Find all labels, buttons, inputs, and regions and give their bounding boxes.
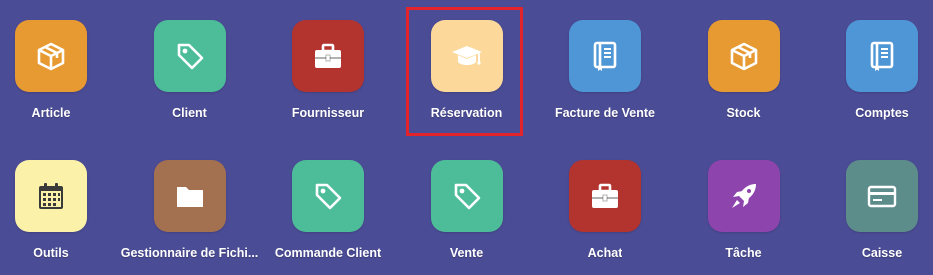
app-label: Achat xyxy=(587,246,623,260)
app-icon-box[interactable] xyxy=(569,160,641,232)
graduation-cap-icon xyxy=(451,40,483,72)
book-icon xyxy=(866,40,898,72)
app-label: Commande Client xyxy=(274,246,382,260)
app-tile-article[interactable]: Article xyxy=(0,20,120,120)
app-label: Réservation xyxy=(430,106,503,120)
app-tile-gestionnaire-de-fichi[interactable]: Gestionnaire de Fichi... xyxy=(121,160,259,260)
app-label: Client xyxy=(172,106,207,120)
app-tile-caisse[interactable]: Caisse xyxy=(813,160,933,260)
tag-icon xyxy=(312,180,344,212)
app-label: Tâche xyxy=(725,246,762,260)
app-tile-tâche[interactable]: Tâche xyxy=(675,160,813,260)
app-icon-box[interactable] xyxy=(430,20,503,92)
app-icon-box[interactable] xyxy=(569,20,641,92)
app-icon-box[interactable] xyxy=(153,160,226,232)
app-icon-box[interactable] xyxy=(430,160,503,232)
calendar-icon xyxy=(35,180,67,212)
app-label: Facture de Vente xyxy=(554,106,656,120)
app-tile-fournisseur[interactable]: Fournisseur xyxy=(259,20,397,120)
app-icon-box[interactable] xyxy=(15,160,87,232)
app-icon-box[interactable] xyxy=(15,20,87,92)
app-label: Caisse xyxy=(861,246,903,260)
app-label: Stock xyxy=(726,106,761,120)
tag-icon xyxy=(451,180,483,212)
app-icon-box[interactable] xyxy=(292,20,364,92)
credit-card-icon xyxy=(866,180,898,212)
app-tile-outils[interactable]: Outils xyxy=(0,160,120,260)
app-icon-box[interactable] xyxy=(707,160,780,232)
app-tile-vente[interactable]: Vente xyxy=(398,160,536,260)
app-tile-client[interactable]: Client xyxy=(121,20,259,120)
app-tile-facture-de-vente[interactable]: Facture de Vente xyxy=(536,20,674,120)
app-label: Article xyxy=(31,106,71,120)
app-label: Vente xyxy=(449,246,484,260)
box-icon xyxy=(35,40,67,72)
briefcase-icon xyxy=(589,180,621,212)
box-icon xyxy=(728,40,760,72)
app-icon-box[interactable] xyxy=(846,20,918,92)
app-icon-box[interactable] xyxy=(707,20,780,92)
app-tile-réservation[interactable]: Réservation xyxy=(398,20,536,120)
app-icon-box[interactable] xyxy=(292,160,364,232)
briefcase-icon xyxy=(312,40,344,72)
app-label: Gestionnaire de Fichi... xyxy=(120,246,259,260)
app-label: Fournisseur xyxy=(291,106,365,120)
app-icon-box[interactable] xyxy=(846,160,918,232)
app-label: Comptes xyxy=(855,106,909,120)
app-tile-commande-client[interactable]: Commande Client xyxy=(259,160,397,260)
folder-icon xyxy=(174,180,206,212)
app-tile-stock[interactable]: Stock xyxy=(675,20,813,120)
tag-icon xyxy=(174,40,206,72)
rocket-icon xyxy=(728,180,760,212)
app-label: Outils xyxy=(33,246,69,260)
app-tile-achat[interactable]: Achat xyxy=(536,160,674,260)
app-icon-box[interactable] xyxy=(153,20,226,92)
book-icon xyxy=(589,40,621,72)
app-tile-comptes[interactable]: Comptes xyxy=(813,20,933,120)
